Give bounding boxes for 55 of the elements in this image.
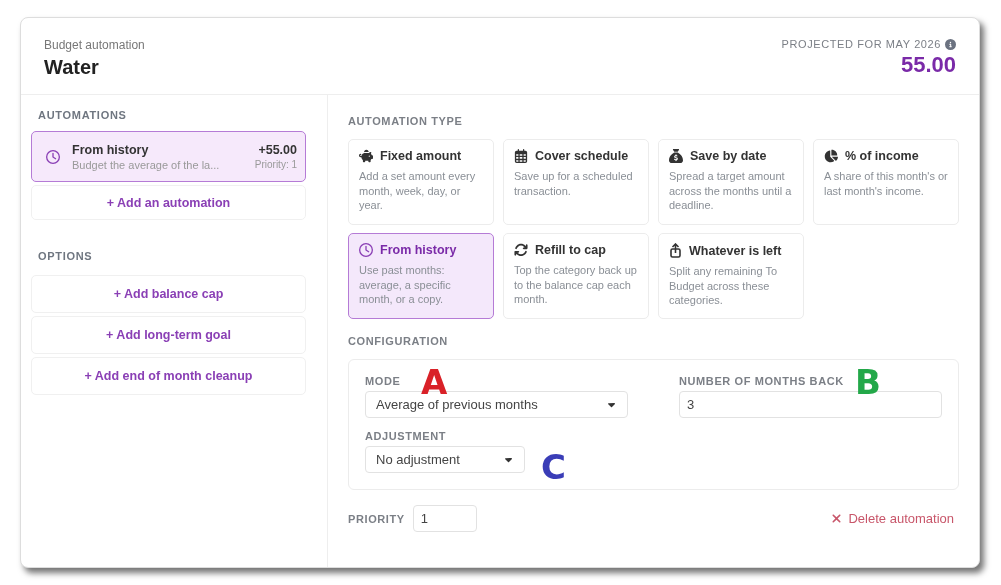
money-bag-icon <box>669 149 683 163</box>
projected-amount: 55.00 <box>900 52 956 78</box>
field-label: MODE <box>365 375 402 387</box>
upload-icon <box>669 243 682 258</box>
card-title: Fixed amount <box>380 149 462 163</box>
automation-type-card[interactable]: Cover schedule Save up for a scheduled transaction. <box>503 139 649 225</box>
card-description: Top the category back up to the balance cap each month. <box>514 263 638 307</box>
clock-icon <box>359 243 373 257</box>
adjustment-select[interactable]: No adjustment <box>365 446 525 473</box>
add-automation-button[interactable]: + Add an automation <box>31 185 306 220</box>
projected-label: PROJECTED FOR MAY 2026 <box>781 38 941 50</box>
delete-automation-button[interactable]: Delete automation <box>830 511 954 526</box>
add-option-button[interactable]: + Add long-term goal <box>31 316 306 354</box>
priority-input[interactable]: 1 <box>412 505 477 532</box>
card-title: Refill to cap <box>535 243 606 257</box>
automation-type-card[interactable]: Save by date Spread a target amount across the months until a deadline. <box>658 139 804 225</box>
calendar-icon <box>514 149 528 163</box>
annotation-letter: C <box>541 450 566 484</box>
automation-type-card[interactable]: % of income A share of this month's or last month's income. <box>813 139 959 225</box>
field-label: NUMBER OF MONTHS BACK <box>679 375 845 387</box>
automation-amount: +55.00 <box>258 142 297 157</box>
field-label: PRIORITY <box>348 512 405 525</box>
section-heading: AUTOMATIONS <box>38 109 128 121</box>
automation-title: From history <box>72 142 149 157</box>
automation-type-card[interactable]: Refill to cap Top the category back up to the balance cap each month. <box>503 233 649 319</box>
dialog-subtitle: Budget automation <box>44 38 145 52</box>
card-description: Use past months: average, a specific month, or a copy. <box>359 263 452 307</box>
card-description: Split any remaining To Budget across these categories. <box>669 264 779 308</box>
pie-chart-icon <box>824 149 838 163</box>
clock-icon <box>46 149 60 164</box>
automation-description: Budget the average of the la... <box>72 158 220 171</box>
card-description: Spread a target amount across the months until a deadline. <box>669 169 793 213</box>
field-label: ADJUSTMENT <box>365 430 448 442</box>
card-description: Save up for a scheduled transaction. <box>514 169 634 198</box>
section-heading: OPTIONS <box>38 250 94 262</box>
card-title: Whatever is left <box>689 243 782 258</box>
card-title: % of income <box>845 149 919 163</box>
card-title: Cover schedule <box>535 149 629 163</box>
piggy-bank-icon <box>359 149 373 163</box>
automation-type-card[interactable]: Fixed amount Add a set amount every month, week, day, or year. <box>348 139 494 225</box>
card-description: Add a set amount every month, week, day, or year. <box>359 169 477 213</box>
card-title: From history <box>380 243 457 257</box>
card-title: Save by date <box>690 149 767 163</box>
section-heading: CONFIGURATION <box>348 335 449 347</box>
automation-type-card[interactable]: Whatever is left Split any remaining To Budget across these categories. <box>658 233 804 319</box>
section-heading: AUTOMATION TYPE <box>348 115 464 127</box>
automation-priority: Priority: 1 <box>254 158 297 171</box>
add-option-button[interactable]: + Add end of month cleanup <box>31 357 306 395</box>
card-description: A share of this month's or last month's income. <box>824 169 948 198</box>
dialog-title: Water <box>44 56 100 79</box>
add-option-button[interactable]: + Add balance cap <box>31 275 306 313</box>
automation-item[interactable]: From history +55.00 Budget the average of the la... Priority: 1 <box>31 131 306 182</box>
info-icon[interactable] <box>945 38 956 50</box>
automation-type-card[interactable]: From history Use past months: average, a specific month, or a copy. <box>348 233 494 319</box>
refresh-icon <box>514 243 528 257</box>
